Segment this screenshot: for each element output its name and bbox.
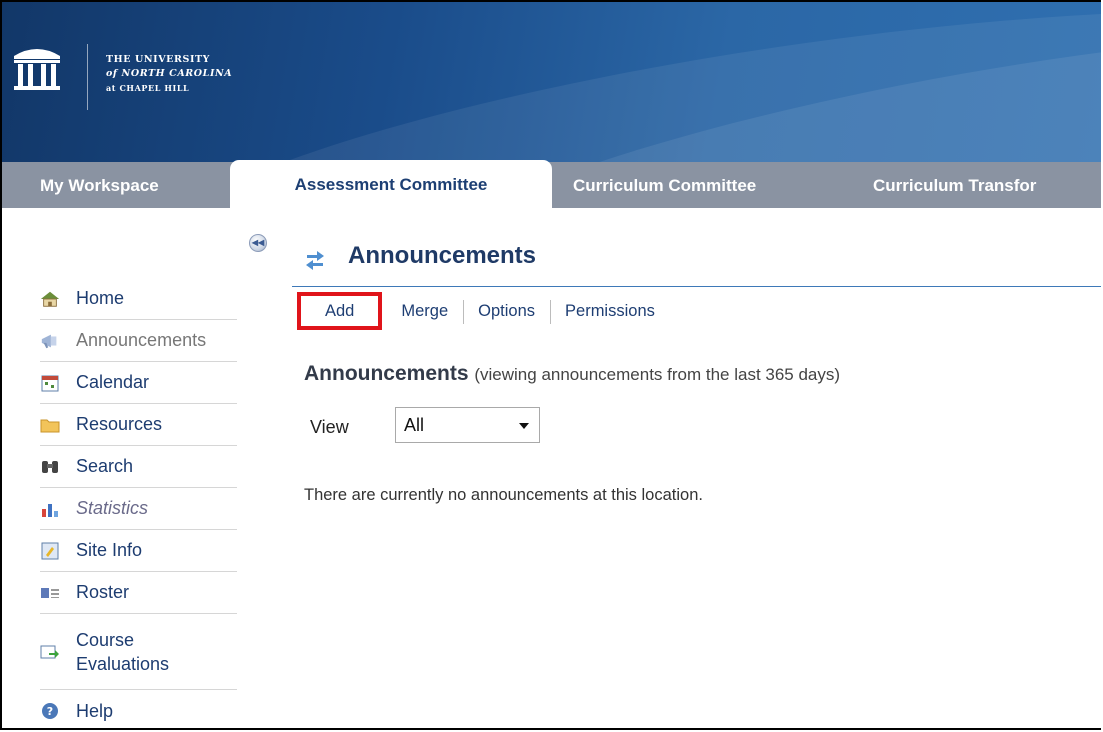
folder-icon: [40, 416, 60, 434]
sidebar-item-label: Statistics: [76, 498, 149, 518]
sidebar-item-site-info[interactable]: Site Info: [40, 530, 237, 572]
bar-chart-icon: [40, 500, 60, 518]
list-heading-title: Announcements: [304, 362, 469, 385]
sidebar-item-label: Search: [76, 456, 134, 476]
binoculars-icon: [40, 458, 60, 476]
sidebar-item-label: Site Info: [76, 540, 143, 560]
empty-state-message: There are currently no announcements at …: [304, 486, 703, 504]
logo-line-1: THE UNIVERSITY: [106, 54, 211, 65]
home-icon: [40, 290, 60, 308]
options-link[interactable]: Options: [463, 299, 550, 324]
logo-divider: [87, 44, 88, 110]
sidebar-item-search[interactable]: Search: [40, 446, 237, 488]
sidebar-item-label: Roster: [76, 582, 130, 602]
browser-frame: THE UNIVERSITY of NORTH CAROLINA at CHAP…: [0, 0, 1101, 730]
sidebar-item-label: Resources: [76, 414, 163, 434]
reset-arrows-icon[interactable]: [304, 247, 326, 271]
permissions-link[interactable]: Permissions: [550, 299, 670, 324]
action-menu: Add Merge Options Permissions: [297, 292, 670, 330]
sidebar-item-label: Home: [76, 288, 125, 308]
tab-assessment-committee[interactable]: Assessment Committee: [230, 160, 552, 208]
help-icon: ?: [40, 702, 60, 720]
logo-line-3: at CHAPEL HILL: [106, 83, 190, 93]
sidebar-item-label: Calendar: [76, 372, 150, 392]
site-header: THE UNIVERSITY of NORTH CAROLINA at CHAP…: [2, 2, 1101, 162]
tool-menu: Home Announcements Calendar Resources Se…: [40, 278, 237, 728]
sidebar-item-label: Announcements: [76, 330, 207, 350]
svg-text:?: ?: [47, 705, 53, 718]
sidebar-item-roster[interactable]: Roster: [40, 572, 237, 614]
tab-my-workspace[interactable]: My Workspace: [40, 162, 159, 208]
site-tab-bar: My Workspace Assessment Committee Curric…: [2, 160, 1101, 208]
logo-line-2: of NORTH CAROLINA: [106, 68, 233, 79]
view-select-value: All: [404, 415, 425, 435]
chevron-down-icon: [519, 423, 529, 429]
sidebar-item-label: Course Evaluations: [76, 628, 169, 676]
view-select[interactable]: All: [395, 407, 540, 443]
double-chevron-left-icon[interactable]: ◀◀: [249, 234, 267, 252]
title-divider: [292, 286, 1101, 287]
evaluation-icon: [40, 643, 60, 661]
tab-curriculum-committee[interactable]: Curriculum Committee: [573, 162, 756, 208]
sidebar-item-help[interactable]: ? Help: [40, 690, 237, 728]
calendar-icon: [40, 374, 60, 392]
view-label: View: [310, 417, 349, 437]
sidebar-item-calendar[interactable]: Calendar: [40, 362, 237, 404]
sidebar-item-course-evaluations[interactable]: Course Evaluations: [40, 614, 237, 690]
sidebar-item-label: Help: [76, 700, 114, 721]
sidebar-item-label-line1: Course: [76, 629, 135, 650]
list-heading: Announcements (viewing announcements fro…: [304, 362, 840, 386]
merge-link[interactable]: Merge: [386, 302, 463, 321]
university-logo-text[interactable]: THE UNIVERSITY of NORTH CAROLINA at CHAP…: [106, 53, 232, 95]
sidebar-item-announcements[interactable]: Announcements: [40, 320, 237, 362]
sidebar-item-home[interactable]: Home: [40, 278, 237, 320]
roster-icon: [40, 584, 60, 602]
old-well-logo-icon[interactable]: [10, 42, 64, 90]
page-title: Announcements: [348, 242, 537, 269]
sidebar-item-statistics[interactable]: Statistics: [40, 488, 237, 530]
list-heading-subtitle: (viewing announcements from the last 365…: [474, 365, 841, 384]
tab-curriculum-transformation[interactable]: Curriculum Transfor: [873, 162, 1036, 208]
add-button[interactable]: Add: [297, 292, 383, 330]
sidebar-item-resources[interactable]: Resources: [40, 404, 237, 446]
sidebar-item-label-line2: Evaluations: [76, 653, 170, 674]
megaphone-icon: [40, 332, 60, 350]
site-info-icon: [40, 542, 60, 560]
